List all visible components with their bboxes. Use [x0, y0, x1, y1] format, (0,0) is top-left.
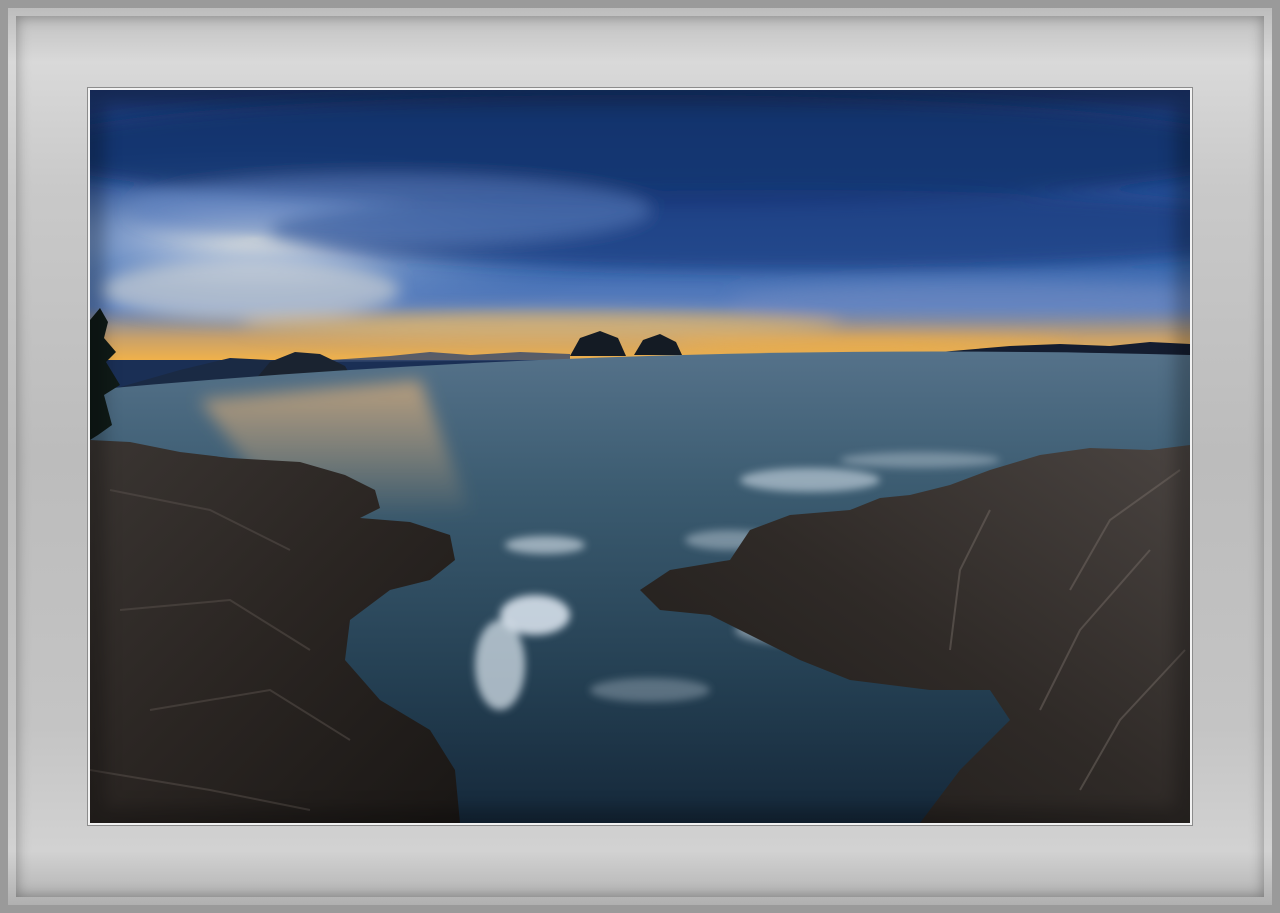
seascape-illustration — [90, 90, 1190, 823]
seascape-photo — [88, 88, 1192, 825]
